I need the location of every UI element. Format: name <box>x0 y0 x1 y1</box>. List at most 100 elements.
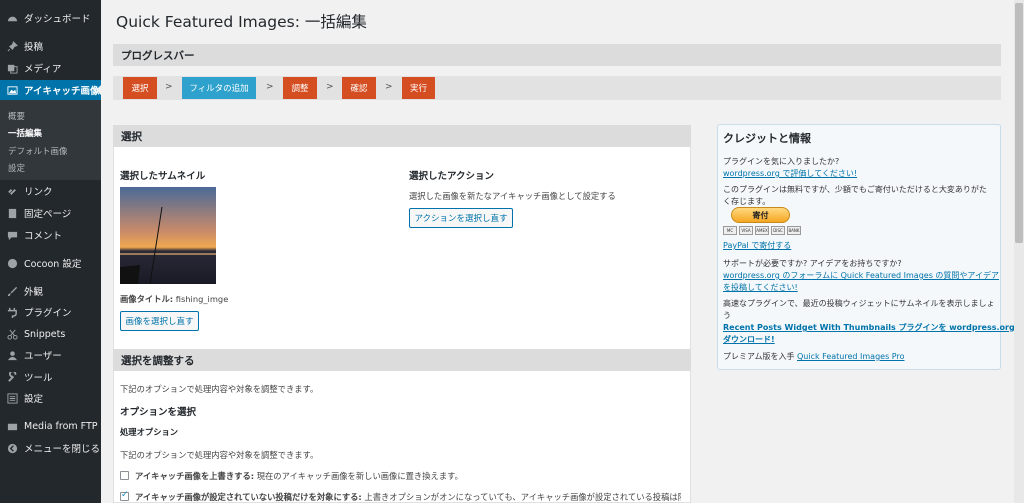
nav-snippets[interactable]: Snippets <box>0 324 101 344</box>
nav-dashboard[interactable]: ダッシュボード <box>0 8 101 28</box>
support-question: サポートが必要ですか? アイデアをお持ちですか? <box>723 259 902 268</box>
nav-links[interactable]: リンク <box>0 181 101 201</box>
nav-plugins[interactable]: プラグイン <box>0 302 101 322</box>
nav-cocoon[interactable]: Cocoon 設定 <box>0 253 101 273</box>
selected-action-heading: 選択したアクション <box>409 171 495 182</box>
nav-featured-images[interactable]: アイキャッチ画像 <box>0 80 101 100</box>
free-text-1: このプラグインは無料ですが、少額でもご寄付いただけると大変ありがた <box>723 185 987 194</box>
nav-label: ツール <box>24 373 53 384</box>
nav-label: Snippets <box>24 328 66 340</box>
scissors-icon <box>6 328 18 340</box>
nav-label: 設定 <box>24 394 44 405</box>
nav-tools[interactable]: ツール <box>0 367 101 387</box>
nav-comments[interactable]: コメント <box>0 225 101 245</box>
nav-media-from-ftp[interactable]: Media from FTP <box>0 416 101 436</box>
widget-link-2[interactable]: ダウンロード! <box>723 334 775 345</box>
nav-appearance[interactable]: 外観 <box>0 281 101 301</box>
overwrite-desc: 現在のアイキャッチ画像を新しい画像に置き換えます。 <box>256 471 463 481</box>
forum-link-1[interactable]: wordpress.org のフォーラムに Quick Featured Ima… <box>723 270 999 281</box>
amex-icon: AMEX <box>755 226 769 235</box>
nav-label: メディア <box>24 64 62 75</box>
adjust-heading: 選択を調整する <box>113 349 691 371</box>
reselect-action-button[interactable]: アクションを選択し直す <box>409 208 513 228</box>
nav-label: メニューを閉じる <box>24 444 101 455</box>
comment-icon <box>6 229 18 241</box>
link-icon <box>6 185 18 197</box>
nav-media[interactable]: メディア <box>0 58 101 78</box>
like-question: プラグインを気に入りましたか? <box>723 157 840 166</box>
image-title-label: 画像タイトル: <box>120 294 174 304</box>
nav-label: リンク <box>24 187 53 198</box>
step-execute[interactable]: 実行 <box>402 77 435 99</box>
widget-text-1: 高速なプラグインで、最近の投稿ウィジェットにサムネイルを表示しましょ <box>723 299 995 308</box>
nav-label: アイキャッチ画像 <box>24 86 100 97</box>
user-icon <box>6 349 18 361</box>
adjust-desc: 下記のオプションで処理内容や対象を調整できます。 <box>120 384 319 394</box>
step-select[interactable]: 選択 <box>123 77 157 99</box>
nav-users[interactable]: ユーザー <box>0 345 101 365</box>
nav-label: ダッシュボード <box>24 14 91 25</box>
dashboard-icon <box>6 12 18 24</box>
only-without-image-label: アイキャッチ画像が設定されていない投稿だけを対象にする: <box>135 492 362 502</box>
submenu-bulk-edit[interactable]: 一括編集 <box>8 127 42 139</box>
submenu-overview[interactable]: 概要 <box>8 110 25 122</box>
media-icon <box>6 62 18 74</box>
premium-text: プレミアム版を入手 <box>723 352 795 361</box>
window-scrollbar[interactable] <box>1014 0 1024 503</box>
visa-icon: VISA <box>739 226 753 235</box>
submenu-settings[interactable]: 設定 <box>8 162 25 174</box>
nav-label: 投稿 <box>24 42 44 53</box>
overwrite-option: アイキャッチ画像を上書きする: 現在のアイキャッチ画像を新しい画像に置き換えます… <box>135 470 463 482</box>
forum-link-2[interactable]: を投稿してください! <box>723 282 798 293</box>
pin-icon <box>6 40 18 52</box>
widget-link-1[interactable]: Recent Posts Widget With Thumbnails プラグイ… <box>723 322 1024 333</box>
nav-pages[interactable]: 固定ページ <box>0 203 101 223</box>
processing-options-heading: 処理オプション <box>120 427 179 437</box>
mastercard-icon: MC <box>723 226 737 235</box>
brush-icon <box>6 285 18 297</box>
step-adjust[interactable]: 調整 <box>283 77 317 99</box>
nav-label: Cocoon 設定 <box>24 259 82 270</box>
page-title: Quick Featured Images: 一括編集 <box>116 13 367 31</box>
plugin-icon <box>6 306 18 318</box>
wrench-icon <box>6 371 18 383</box>
image-title-value: fishing_imge <box>175 294 229 304</box>
free-text-2: く存じます。 <box>723 197 771 206</box>
only-without-image-checkbox[interactable] <box>120 490 129 501</box>
step-confirm[interactable]: 確認 <box>342 77 376 99</box>
admin-sidebar: ダッシュボード 投稿 メディア アイキャッチ画像 概要 一括編集 デフォルト画像… <box>0 0 101 503</box>
overwrite-checkbox[interactable] <box>120 471 129 480</box>
image-title: 画像タイトル: fishing_imge <box>120 293 228 305</box>
submenu-default-images[interactable]: デフォルト画像 <box>8 145 68 157</box>
premium-link[interactable]: Quick Featured Images Pro <box>797 352 904 361</box>
selected-thumbnail-heading: 選択したサムネイル <box>120 171 206 182</box>
selected-action-desc: 選択した画像を新たなアイキャッチ画像として設定する <box>409 191 616 201</box>
image-icon <box>6 84 18 96</box>
page-icon <box>6 207 18 219</box>
premium-line: プレミアム版を入手 Quick Featured Images Pro <box>723 351 904 362</box>
nav-posts[interactable]: 投稿 <box>0 36 101 56</box>
nav-collapse-menu[interactable]: メニューを閉じる <box>0 438 101 458</box>
step-arrow: > <box>385 82 393 92</box>
upload-icon <box>6 420 18 432</box>
step-arrow: > <box>165 82 173 92</box>
only-without-image-desc: 上書きオプションがオンになっていても、アイキャッチ画像が設定されている投稿は除 <box>364 492 681 502</box>
nav-label: 外観 <box>24 287 44 298</box>
step-add-filter[interactable]: フィルタの追加 <box>182 77 256 99</box>
discover-icon: DISC <box>771 226 785 235</box>
selected-thumbnail-image <box>120 187 216 284</box>
step-arrow: > <box>326 82 334 92</box>
progress-heading: プログレスバー <box>113 44 1001 66</box>
step-arrow: > <box>266 82 274 92</box>
donate-button[interactable]: 寄付 <box>731 207 790 223</box>
scrollbar-thumb[interactable] <box>1015 3 1023 243</box>
paypal-link[interactable]: PayPal で寄付する <box>723 240 791 251</box>
nav-settings[interactable]: 設定 <box>0 388 101 408</box>
rate-link[interactable]: wordpress.org で評価してください! <box>723 168 857 179</box>
nav-label: 固定ページ <box>24 209 72 220</box>
only-without-image-option: アイキャッチ画像が設定されていない投稿だけを対象にする: 上書きオプションがオン… <box>135 491 681 503</box>
settings-icon <box>6 392 18 404</box>
nav-label: Media from FTP <box>24 420 98 432</box>
collapse-icon <box>6 442 18 454</box>
reselect-image-button[interactable]: 画像を選択し直す <box>120 311 199 331</box>
